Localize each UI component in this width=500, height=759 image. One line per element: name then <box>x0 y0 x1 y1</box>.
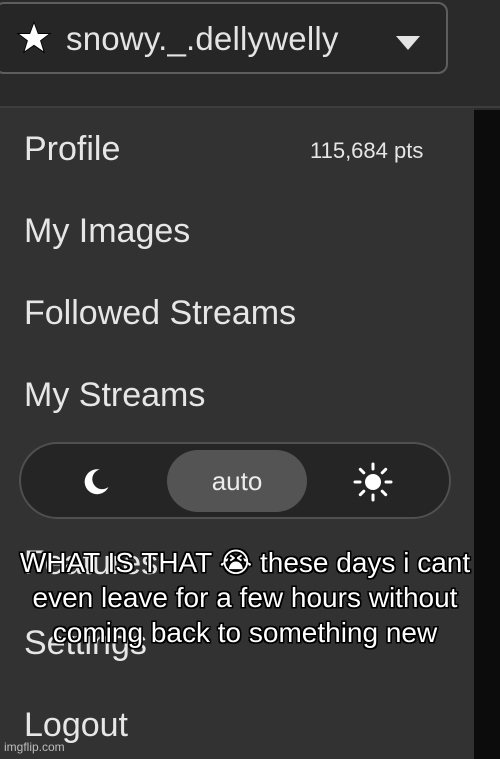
theme-auto-button[interactable]: auto <box>167 450 307 512</box>
menu-item-my-images[interactable]: My Images <box>24 212 190 251</box>
menu-item-my-streams[interactable]: My Streams <box>24 376 205 415</box>
watermark: imgflip.com <box>4 740 65 754</box>
theme-toggle: auto <box>19 442 451 519</box>
caret-down-icon <box>396 36 420 50</box>
sun-icon[interactable] <box>353 462 393 502</box>
meme-caption: WHAT IS THAT 😭 these days i cant even le… <box>19 547 471 648</box>
menu-item-followed-streams[interactable]: Followed Streams <box>24 294 296 333</box>
top-bar: snowy._.dellywelly <box>0 0 500 108</box>
points-count: 115,684 pts <box>310 138 424 163</box>
username-label: snowy._.dellywelly <box>66 20 339 57</box>
star-icon <box>16 20 52 54</box>
user-menu-button[interactable]: snowy._.dellywelly <box>0 2 448 74</box>
scrollbar[interactable] <box>474 110 500 759</box>
moon-icon[interactable] <box>81 467 111 497</box>
menu-item-profile[interactable]: Profile <box>24 130 120 169</box>
